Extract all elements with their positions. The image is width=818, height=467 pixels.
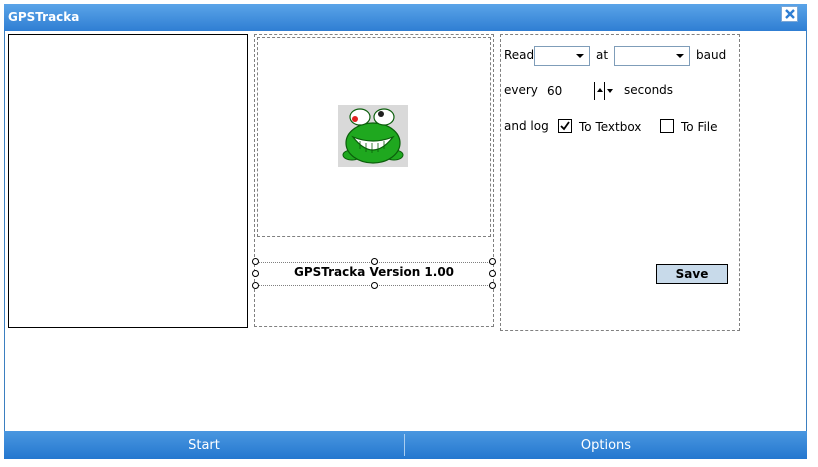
close-icon <box>784 9 795 19</box>
read-label: Read <box>504 48 535 62</box>
interval-spinner[interactable] <box>592 80 616 102</box>
and-log-label: and log <box>504 119 549 133</box>
frog-logo-icon <box>338 105 408 167</box>
seconds-label: seconds <box>624 83 674 97</box>
window-title: GPSTracka <box>8 10 80 24</box>
start-menu-button[interactable]: Start <box>4 431 404 459</box>
to-file-label: To File <box>681 120 718 134</box>
chevron-down-icon <box>576 54 584 58</box>
at-label: at <box>596 48 609 62</box>
selection-handle[interactable] <box>252 282 259 289</box>
baud-label: baud <box>696 48 727 62</box>
selection-handle[interactable] <box>371 282 378 289</box>
checkmark-icon <box>560 121 570 131</box>
to-file-checkbox[interactable] <box>660 119 674 133</box>
log-textbox[interactable] <box>8 34 248 328</box>
selection-handle[interactable] <box>371 258 378 265</box>
selection-handle[interactable] <box>489 258 496 265</box>
to-textbox-checkbox[interactable] <box>558 119 572 133</box>
interval-input[interactable]: 60 <box>547 84 562 98</box>
spin-up-icon[interactable] <box>597 88 603 92</box>
title-bar: GPSTracka <box>4 4 807 31</box>
port-dropdown[interactable] <box>534 46 590 66</box>
close-button[interactable] <box>781 6 798 22</box>
selection-handle[interactable] <box>252 270 259 277</box>
selection-handle[interactable] <box>252 258 259 265</box>
selection-handle[interactable] <box>489 270 496 277</box>
every-label: every <box>504 83 538 97</box>
selection-handle[interactable] <box>489 282 496 289</box>
baud-dropdown[interactable] <box>614 46 690 66</box>
options-menu-button[interactable]: Options <box>405 431 807 459</box>
chevron-down-icon <box>676 54 684 58</box>
to-textbox-label: To Textbox <box>579 120 642 134</box>
save-button[interactable]: Save <box>656 264 728 284</box>
menu-bar: Start Options <box>4 431 807 459</box>
settings-panel <box>500 34 740 331</box>
spin-down-icon[interactable] <box>607 89 613 93</box>
